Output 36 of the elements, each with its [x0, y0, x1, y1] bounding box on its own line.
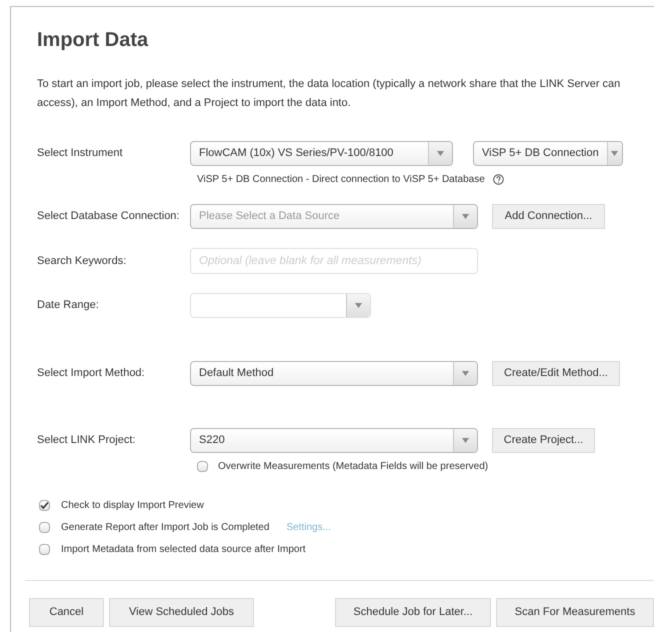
- checkbox[interactable]: [39, 522, 50, 533]
- checkbox[interactable]: [39, 500, 50, 511]
- help-icon: [492, 174, 504, 185]
- field-label: Date Range:: [37, 298, 100, 314]
- checkbox[interactable]: [39, 544, 50, 555]
- dropdown[interactable]: FlowCAM (10x) VS Series/PV-100/8100: [190, 141, 453, 166]
- action-button[interactable]: Cancel: [29, 598, 104, 627]
- caret-icon: [462, 214, 469, 219]
- checkbox[interactable]: [197, 461, 208, 472]
- caret-icon: [462, 371, 469, 376]
- action-button[interactable]: Create Project...: [492, 428, 595, 453]
- caret-icon: [462, 438, 469, 443]
- caret-icon: [611, 151, 618, 156]
- field-label: Search Keywords:: [37, 254, 128, 269]
- action-button[interactable]: Add Connection...: [492, 204, 605, 229]
- dialog-title: Import Data: [37, 28, 150, 53]
- dropdown[interactable]: ViSP 5+ DB Connection: [473, 141, 623, 166]
- field-label: Select Instrument: [37, 146, 124, 162]
- field-label: Select LINK Project:: [37, 433, 136, 448]
- caret-icon: [437, 151, 444, 156]
- action-button[interactable]: Schedule Job for Later...: [335, 598, 491, 627]
- help-text: ViSP 5+ DB Connection - Direct connection to ViSP 5+ Database: [197, 173, 485, 187]
- action-button[interactable]: Create/Edit Method...: [492, 361, 620, 386]
- dropdown[interactable]: [190, 293, 371, 318]
- checkbox-label: Overwrite Measurements (Metadata Fields will be preserved): [218, 460, 488, 474]
- checkbox-label: Generate Report after Import Job is Completed: [61, 521, 270, 535]
- caret-icon: [355, 303, 362, 308]
- action-button[interactable]: View Scheduled Jobs: [109, 598, 254, 627]
- checkbox-label: Import Metadata from selected data source after Import: [61, 543, 306, 557]
- action-button[interactable]: Scan For Measurements: [496, 598, 654, 627]
- intro-text: To start an import job, please select the instrument, the data location (typically a network share that the LINK Server can access), an Import Method, and a Project to import the data into.: [37, 77, 622, 111]
- dropdown[interactable]: Default Method: [190, 361, 478, 386]
- checkbox-label: Check to display Import Preview: [61, 499, 204, 513]
- field-label: Select Database Connection:: [37, 209, 180, 224]
- dropdown[interactable]: S220: [190, 428, 478, 453]
- field-label: Select Import Method:: [37, 366, 146, 382]
